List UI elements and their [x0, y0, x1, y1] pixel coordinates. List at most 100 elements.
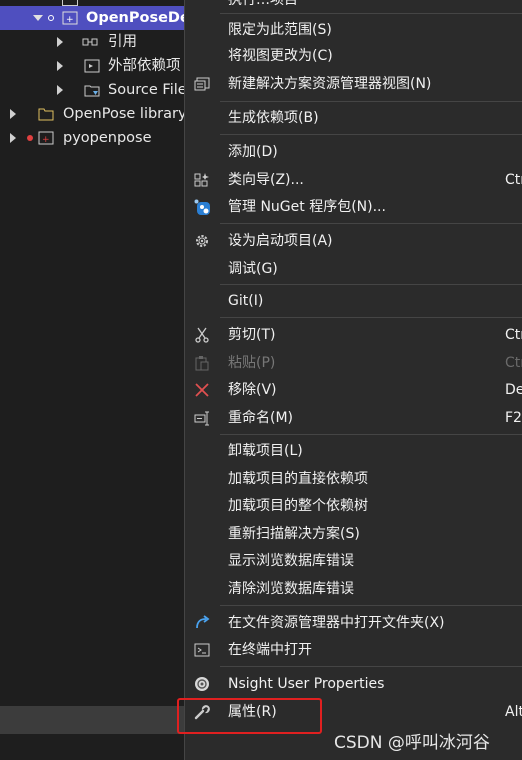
menu-item-label: 执行…项目 [228, 0, 298, 8]
menu-item-label: Nsight User Properties [228, 676, 385, 692]
menu-item-remove[interactable]: 移除(V) De [185, 377, 522, 403]
tree-label: pyopenpose [63, 130, 152, 146]
menu-item-nsight[interactable]: Nsight User Properties [185, 671, 522, 697]
menu-item-shortcut: Ctr [505, 355, 522, 371]
menu-item-shortcut: Ctr [505, 327, 522, 343]
menu-item-clear-db-errors[interactable]: 清除浏览数据库错误 [185, 576, 522, 602]
menu-item-scope[interactable]: 限定为此范围(S) [185, 17, 522, 43]
menu-separator [220, 434, 522, 435]
menu-item-shortcut: F2 [505, 410, 522, 426]
tree-label: OpenPose library [63, 106, 187, 122]
menu-item-load-direct-deps[interactable]: 加载项目的直接依赖项 [185, 466, 522, 492]
menu-item-shortcut: Ctr [505, 172, 522, 188]
menu-item-git[interactable]: Git(I) [185, 288, 522, 314]
chevron-right-icon[interactable] [10, 109, 16, 119]
solution-explorer: + OpenPoseDe 引用 外部依赖项 Source File OpenPo… [0, 0, 190, 760]
menu-item-debug[interactable]: 调试(G) [185, 256, 522, 282]
menu-item-label: 显示浏览数据库错误 [228, 553, 354, 569]
error-dot-icon [27, 135, 33, 141]
tree-row-pyopenpose[interactable]: + pyopenpose [0, 126, 185, 150]
menu-item-open-in-explorer[interactable]: 在文件资源管理器中打开文件夹(X) [185, 610, 522, 636]
status-strip [0, 706, 185, 734]
tree-row-openpose-library[interactable]: OpenPose library [0, 102, 187, 126]
filter-folder-icon [84, 85, 100, 97]
menu-item-label: 限定为此范围(S) [228, 22, 332, 38]
watermark: CSDN @呼叫冰河谷 [334, 733, 490, 753]
menu-item-rename[interactable]: 重命名(M) F2 [185, 405, 522, 431]
svg-text:+: + [66, 15, 74, 25]
cpp-project-icon: + [62, 11, 78, 25]
menu-item-label: 新建解决方案资源管理器视图(N) [228, 76, 432, 92]
chevron-right-icon[interactable] [57, 61, 63, 71]
menu-item-partial[interactable]: 执行…项目 [185, 0, 522, 13]
tree-label: Source File [108, 82, 187, 98]
nuget-icon [194, 199, 210, 215]
project-name: OpenPoseDe [86, 10, 190, 26]
menu-item-shortcut: Alt [505, 704, 522, 720]
gear-icon [196, 235, 208, 247]
menu-item-shortcut: De [505, 382, 522, 398]
menu-item-rescan[interactable]: 重新扫描解决方案(S) [185, 521, 522, 547]
chevron-down-icon[interactable] [33, 15, 43, 21]
menu-item-paste[interactable]: 粘贴(P) Ctr [185, 350, 522, 376]
menu-item-label: 移除(V) [228, 382, 277, 398]
context-menu: 执行…项目 限定为此范围(S) 将视图更改为(C) 新建解决方案资源管理器视图(… [184, 0, 522, 760]
menu-item-cut[interactable]: 剪切(T) Ctr [185, 322, 522, 348]
open-folder-arrow-icon [196, 615, 210, 629]
paste-icon [195, 356, 209, 371]
annotation-highlight-box [177, 698, 322, 734]
menu-item-load-dep-tree[interactable]: 加载项目的整个依赖树 [185, 493, 522, 519]
menu-item-label: 加载项目的直接依赖项 [228, 471, 368, 487]
menu-item-set-startup[interactable]: 设为启动项目(A) [185, 228, 522, 254]
remove-x-icon [195, 383, 209, 397]
references-icon [82, 38, 98, 46]
menu-separator [220, 223, 522, 224]
menu-item-label: 调试(G) [228, 261, 278, 277]
chevron-right-icon[interactable] [57, 37, 63, 47]
menu-item-label: 管理 NuGet 程序包(N)... [228, 199, 386, 215]
menu-separator [220, 101, 522, 102]
menu-item-build-deps[interactable]: 生成依赖项(B) [185, 105, 522, 131]
menu-separator [220, 134, 522, 135]
tree-row-openposedemo[interactable]: + OpenPoseDe [0, 6, 190, 30]
menu-separator [220, 317, 522, 318]
cpp-project-icon: + [38, 131, 54, 145]
class-wizard-icon [194, 173, 209, 187]
nsight-icon [195, 677, 209, 691]
menu-item-label: 卸载项目(L) [228, 443, 303, 459]
menu-item-label: 清除浏览数据库错误 [228, 581, 354, 597]
menu-item-label: 加载项目的整个依赖树 [228, 498, 368, 514]
tree-row-external-deps[interactable]: 外部依赖项 [0, 54, 185, 78]
menu-item-label: 将视图更改为(C) [228, 48, 333, 64]
menu-item-label: 设为启动项目(A) [228, 233, 333, 249]
menu-item-unload[interactable]: 卸载项目(L) [185, 438, 522, 464]
menu-item-class-wizard[interactable]: 类向导(Z)... Ctr [185, 167, 522, 193]
menu-item-label: 重命名(M) [228, 410, 294, 426]
menu-item-label: 在文件资源管理器中打开文件夹(X) [228, 615, 445, 631]
menu-item-label: 在终端中打开 [228, 642, 312, 658]
status-dot-icon [48, 15, 54, 21]
menu-item-nuget[interactable]: 管理 NuGet 程序包(N)... [185, 194, 522, 220]
menu-item-label: 剪切(T) [228, 327, 276, 343]
menu-separator [220, 284, 522, 285]
chevron-right-icon[interactable] [57, 85, 63, 95]
menu-separator [220, 666, 522, 667]
menu-item-label: 重新扫描解决方案(S) [228, 526, 360, 542]
chevron-right-icon[interactable] [10, 133, 16, 143]
menu-item-new-view[interactable]: 新建解决方案资源管理器视图(N) [185, 71, 522, 97]
menu-item-open-terminal[interactable]: 在终端中打开 [185, 637, 522, 663]
svg-text:+: + [42, 135, 50, 145]
terminal-icon [194, 643, 210, 657]
menu-item-change-view[interactable]: 将视图更改为(C) [185, 43, 522, 69]
menu-item-add[interactable]: 添加(D) [185, 139, 522, 165]
menu-item-label: 类向导(Z)... [228, 172, 304, 188]
tree-row-references[interactable]: 引用 [0, 30, 185, 54]
rename-icon [194, 411, 209, 426]
menu-item-label: 添加(D) [228, 144, 278, 160]
folder-icon [38, 108, 54, 121]
new-view-icon [194, 77, 210, 91]
menu-item-label: 粘贴(P) [228, 355, 276, 371]
menu-separator [220, 13, 522, 14]
tree-row-source-files[interactable]: Source File [0, 78, 187, 102]
menu-item-show-db-errors[interactable]: 显示浏览数据库错误 [185, 548, 522, 574]
